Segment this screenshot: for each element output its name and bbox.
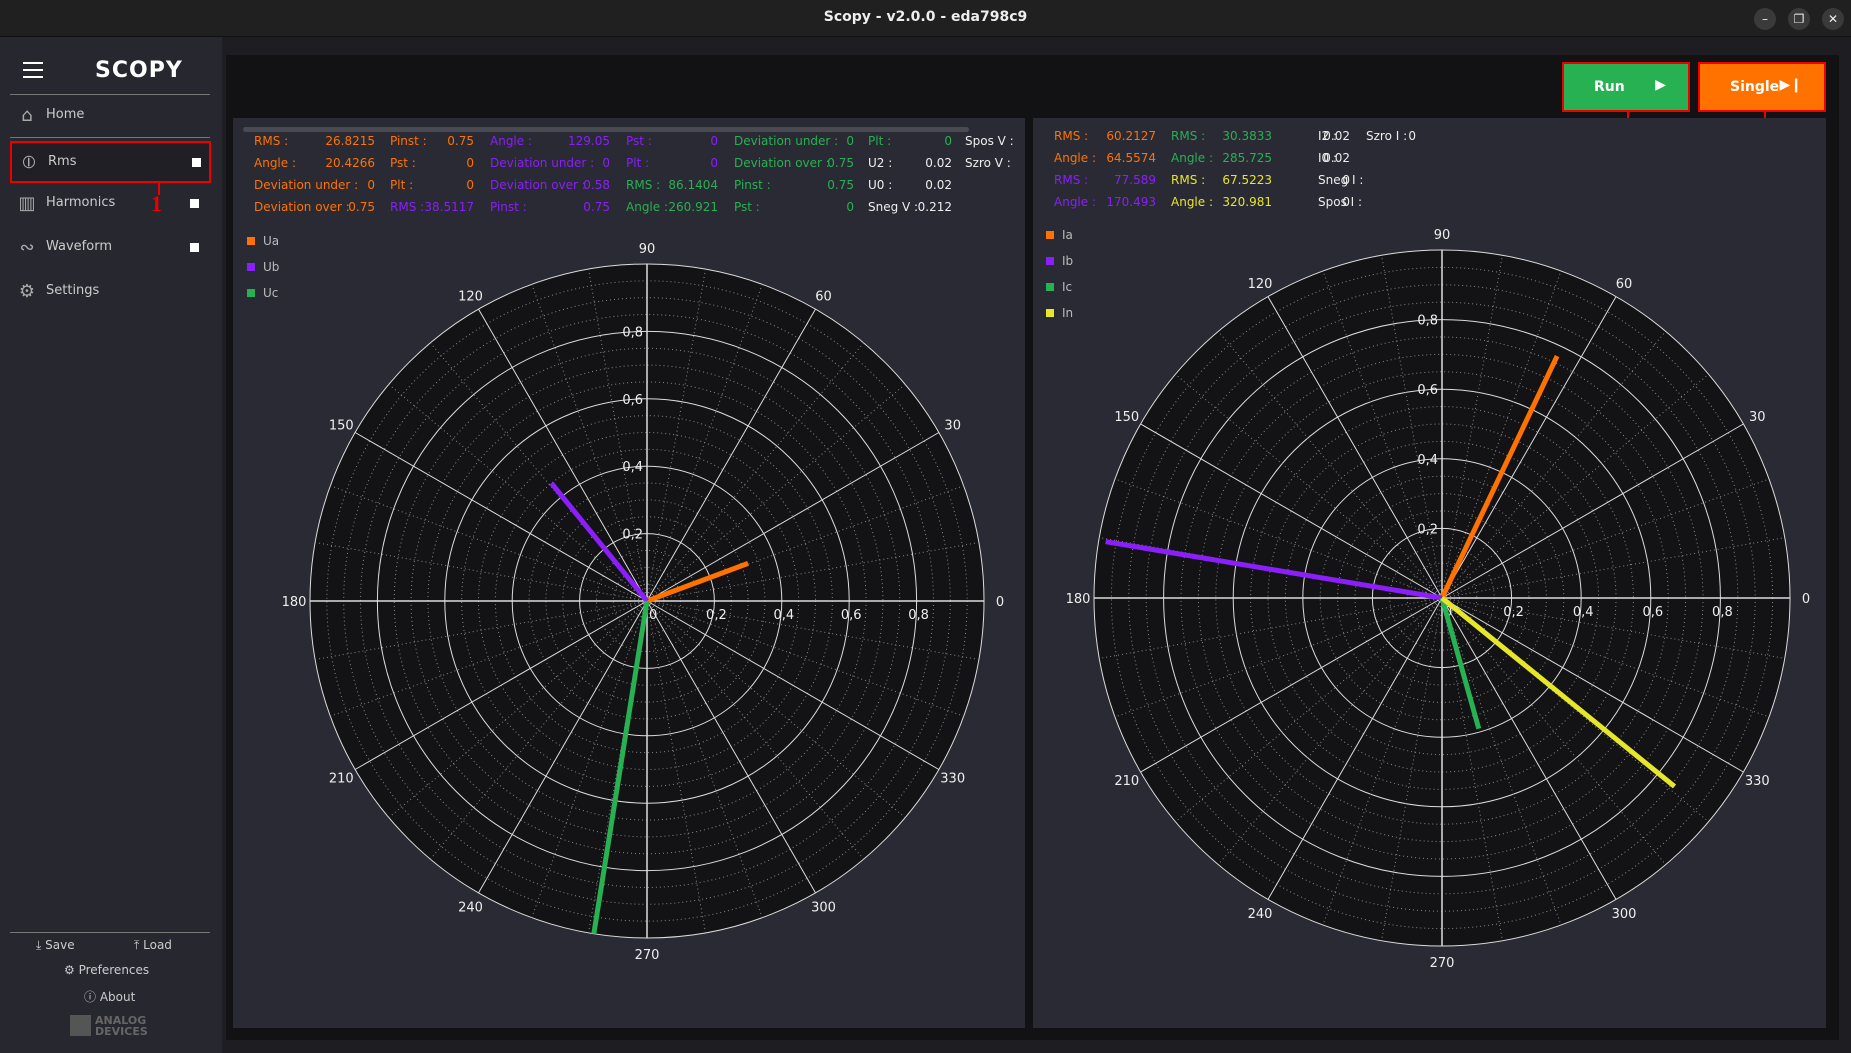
angle-tick-label: 330 — [940, 772, 965, 787]
status-indicator — [190, 243, 199, 252]
save-button[interactable]: ⤓ Save — [36, 938, 75, 953]
scopy-logo: SCOPY — [95, 58, 183, 83]
angle-tick-label: 300 — [811, 901, 836, 916]
title-bar: Scopy - v2.0.0 - eda798c9 – ❐ ✕ — [0, 0, 1851, 37]
hamburger-menu-icon[interactable] — [23, 62, 43, 78]
load-button[interactable]: ⤒ Load — [134, 938, 172, 953]
sidebar-item-label: Waveform — [46, 239, 112, 254]
radial-tick-label-y: 0,6 — [1417, 383, 1438, 398]
angle-tick-label: 120 — [1248, 277, 1273, 292]
sidebar-item-waveform[interactable]: ∾ Waveform — [10, 228, 211, 268]
sidebar-item-rms[interactable]: ⦶ Rms — [10, 141, 211, 183]
waveform-icon: ∾ — [19, 237, 35, 258]
single-button[interactable]: Single ▶❙ — [1698, 62, 1826, 112]
voltage-panel: RMS :26.8215 Pinst :0.75 Angle :129.05 Pst … — [233, 118, 1025, 1028]
sidebar-item-label: Settings — [46, 283, 100, 298]
save-label: Save — [45, 938, 75, 952]
angle-tick-label: 90 — [1434, 228, 1451, 243]
angle-tick-label: 180 — [1066, 592, 1091, 607]
angle-tick-label: 0 — [1802, 592, 1810, 607]
angle-tick-label: 30 — [944, 419, 961, 434]
harmonics-icon: ▥ — [18, 193, 36, 214]
current-polar-plot: 030609012015018021024027030033000,20,20,… — [1066, 228, 1811, 971]
analog-devices-logo: ANALOG DEVICES — [70, 1015, 150, 1037]
status-indicator — [190, 199, 199, 208]
radial-tick-label-y: 0,6 — [622, 393, 643, 408]
radial-tick-label-y: 0,4 — [1417, 453, 1438, 468]
single-label: Single — [1730, 79, 1780, 95]
minimize-button[interactable]: – — [1754, 8, 1776, 30]
angle-tick-label: 150 — [329, 419, 354, 434]
angle-tick-label: 210 — [329, 772, 354, 787]
radial-tick-label-x: 0,4 — [1573, 605, 1594, 620]
angle-tick-label: 270 — [635, 948, 660, 963]
angle-tick-label: 270 — [1430, 956, 1455, 971]
sidebar-item-label: Rms — [48, 154, 77, 169]
about-label: About — [99, 990, 136, 1004]
angle-tick-label: 210 — [1114, 774, 1139, 789]
about-button[interactable]: ⓘ About — [84, 988, 135, 1005]
gear-icon: ⚙ — [18, 281, 36, 302]
status-indicator — [192, 158, 201, 167]
home-icon: ⌂ — [21, 105, 33, 126]
radial-tick-label-x: 0,2 — [706, 608, 727, 623]
angle-tick-label: 0 — [996, 595, 1004, 610]
radial-tick-label-x: 0,6 — [1642, 605, 1663, 620]
sidebar-item-settings[interactable]: ⚙ Settings — [10, 272, 211, 312]
angle-tick-label: 330 — [1745, 774, 1770, 789]
angle-tick-label: 240 — [1248, 907, 1273, 922]
voltage-polar-plot: 0 30 60 90 120 150 180 210 240 270 300 330 0 0,2 0,2 0,… — [282, 242, 1005, 963]
preferences-button[interactable]: ⚙ Preferences — [64, 963, 149, 977]
current-panel: RMS :60.2127 RMS :30.3833 I2 :0.02 Szro I :… — [1033, 118, 1826, 1028]
save-icon: ⤓ — [36, 938, 46, 952]
restore-button[interactable]: ❐ — [1788, 8, 1810, 30]
angle-tick-label: 150 — [1114, 410, 1139, 425]
sidebar-item-home[interactable]: ⌂ Home — [10, 96, 211, 136]
window-title: Scopy - v2.0.0 - eda798c9 — [823, 9, 1028, 25]
radial-tick-label-x: 0 — [649, 608, 657, 623]
angle-tick-label: 60 — [1616, 277, 1633, 292]
radial-tick-label-x: 0,6 — [841, 608, 862, 623]
divider — [10, 94, 210, 95]
radial-tick-label-x: 0,8 — [1712, 605, 1733, 620]
angle-tick-label: 300 — [1612, 907, 1637, 922]
radial-tick-label-x: 0,8 — [908, 608, 929, 623]
run-button[interactable]: Run ▶ — [1562, 62, 1690, 112]
rms-icon: ⦶ — [22, 152, 36, 173]
radial-tick-label-y: 0,8 — [622, 325, 643, 340]
run-label: Run — [1594, 79, 1625, 95]
gear-icon: ⚙ — [64, 963, 79, 977]
load-label: Load — [143, 938, 172, 952]
sidebar-item-label: Home — [46, 107, 85, 122]
info-icon: ⓘ — [84, 990, 100, 1004]
divider — [10, 137, 210, 138]
angle-tick-label: 30 — [1749, 410, 1766, 425]
radial-tick-label-y: 0,4 — [622, 460, 643, 475]
angle-tick-label: 240 — [458, 901, 483, 916]
radial-tick-label-y: 0,2 — [1417, 522, 1438, 537]
angle-tick-label: 90 — [639, 242, 656, 257]
radial-tick-label-x: 0,2 — [1503, 605, 1524, 620]
angle-tick-label: 60 — [815, 289, 832, 304]
angle-tick-label: 180 — [282, 595, 307, 610]
sidebar-item-label: Harmonics — [46, 195, 116, 210]
preferences-label: Preferences — [78, 963, 150, 977]
play-icon: ▶ — [1655, 77, 1666, 93]
load-icon: ⤒ — [134, 938, 144, 952]
radial-tick-label-y: 0,8 — [1417, 314, 1438, 329]
radial-tick-label-x: 0,4 — [773, 608, 794, 623]
divider — [10, 932, 210, 933]
angle-tick-label: 120 — [458, 289, 483, 304]
step-icon: ▶❙ — [1779, 77, 1803, 93]
radial-tick-label-y: 0,2 — [622, 528, 643, 543]
sidebar-item-harmonics[interactable]: ▥ Harmonics — [10, 184, 211, 224]
close-button[interactable]: ✕ — [1822, 8, 1844, 30]
